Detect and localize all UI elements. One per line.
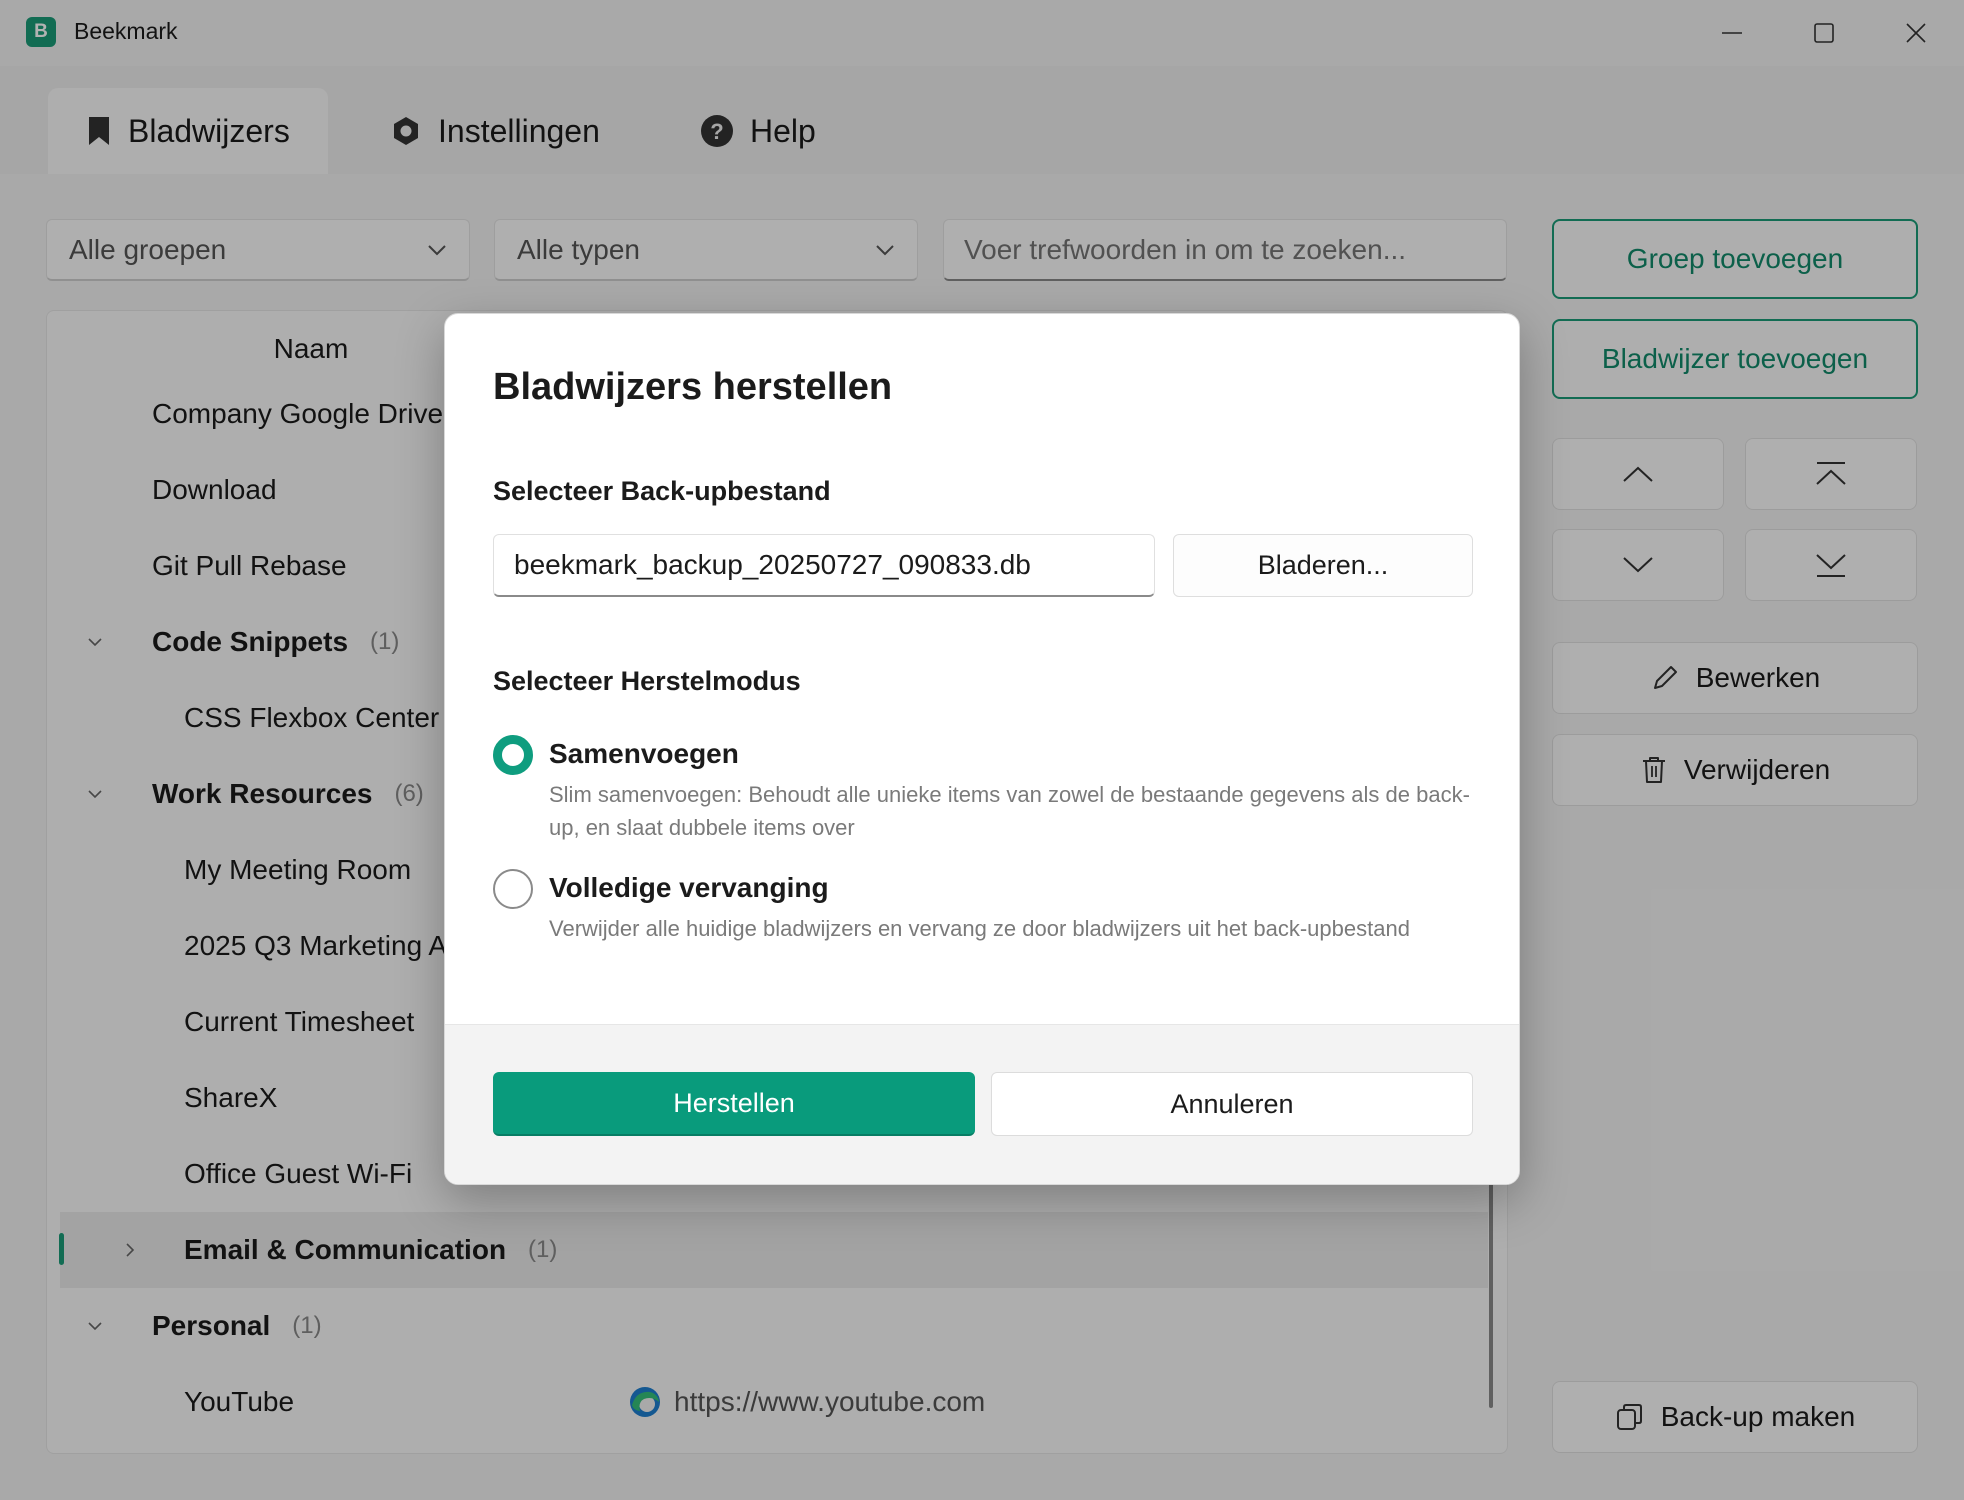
merge-option-label[interactable]: Samenvoegen <box>549 738 739 770</box>
dialog-title: Bladwijzers herstellen <box>493 366 893 408</box>
backup-file-field[interactable] <box>493 534 1155 597</box>
restore-dialog: Bladwijzers herstellen Selecteer Back-up… <box>444 313 1520 1185</box>
restore-button[interactable]: Herstellen <box>493 1072 975 1136</box>
cancel-button[interactable]: Annuleren <box>991 1072 1473 1136</box>
merge-option-description: Slim samenvoegen: Behoudt alle unieke it… <box>549 782 1470 840</box>
file-section-label: Selecteer Back-upbestand <box>493 476 831 506</box>
replace-option-label[interactable]: Volledige vervanging <box>549 872 829 904</box>
mode-section-label: Selecteer Herstelmodus <box>493 666 801 696</box>
replace-option-description: Verwijder alle huidige bladwijzers en ve… <box>549 916 1410 941</box>
replace-radio[interactable] <box>493 869 533 909</box>
merge-radio[interactable] <box>493 735 533 775</box>
browse-button[interactable]: Bladeren... <box>1173 534 1473 597</box>
